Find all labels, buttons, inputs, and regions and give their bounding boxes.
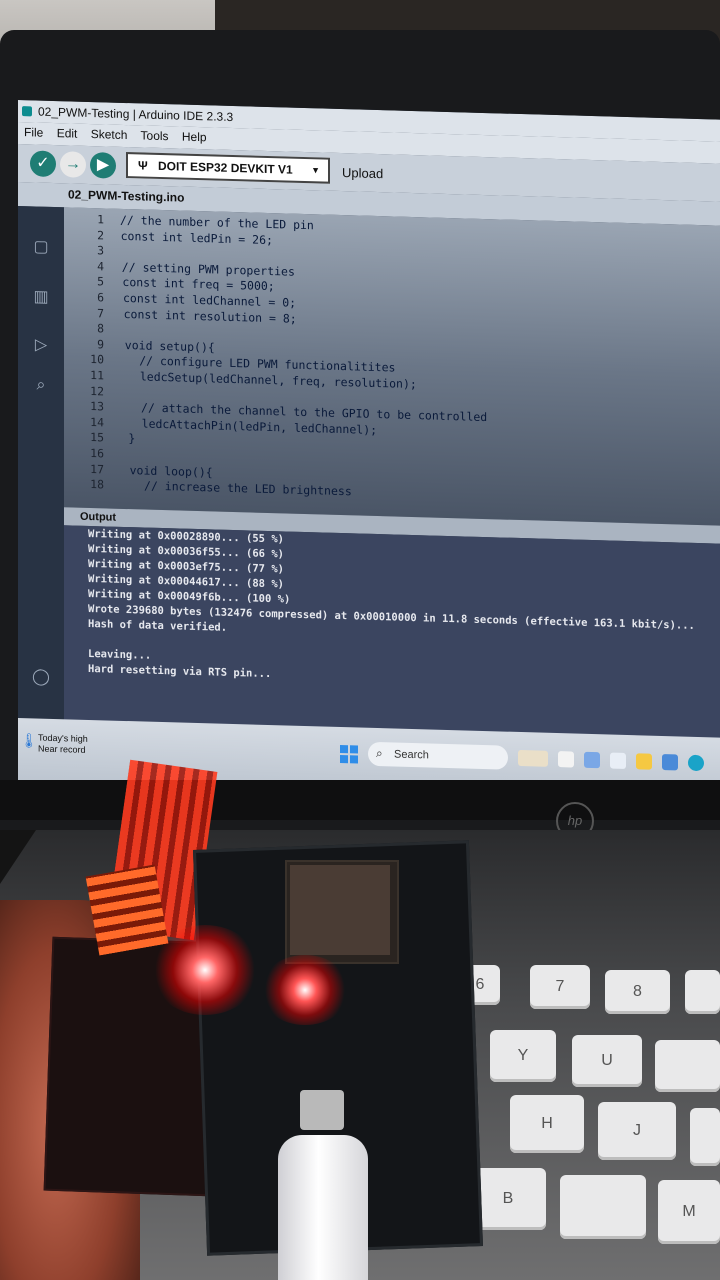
line-number: 18 xyxy=(90,477,104,492)
output-line: Hard resetting via RTS pin... xyxy=(88,662,272,681)
code-line: void loop(){ xyxy=(129,462,213,480)
line-number: 14 xyxy=(90,414,104,430)
key-8: 8 xyxy=(605,970,670,1014)
tab-file[interactable]: 02_PWM-Testing.ino xyxy=(68,187,184,204)
board-selector[interactable]: Ψ DOIT ESP32 DEVKIT V1 ▼ xyxy=(126,152,330,184)
key-u: U xyxy=(572,1035,642,1087)
usb-icon: Ψ xyxy=(138,158,148,173)
line-number: 6 xyxy=(97,290,104,305)
menu-help[interactable]: Help xyxy=(182,130,207,145)
search-placeholder: Search xyxy=(394,748,429,762)
line-number: 7 xyxy=(97,305,104,320)
weather-widget[interactable]: Today's high Near record xyxy=(38,733,88,756)
output-line: Leaving... xyxy=(88,647,152,662)
menu-sketch[interactable]: Sketch xyxy=(91,127,128,142)
onboard-led-glow xyxy=(260,955,350,1025)
key-k xyxy=(690,1108,720,1166)
line-number: 11 xyxy=(90,368,104,383)
debug-icon[interactable]: ▷ xyxy=(31,334,51,355)
weather-line2: Near record xyxy=(38,743,86,755)
code-line: const int resolution = 8; xyxy=(123,306,297,326)
search-icon: ⌕ xyxy=(376,745,383,761)
menu-file[interactable]: File xyxy=(24,125,43,140)
line-number: 15 xyxy=(90,430,104,445)
key-m: M xyxy=(658,1180,720,1244)
line-number: 9 xyxy=(97,337,104,352)
teams-icon[interactable] xyxy=(584,751,600,769)
laptop-screen: 02_PWM-Testing | Arduino IDE 2.3.3 File … xyxy=(18,100,720,810)
outlook-icon[interactable] xyxy=(662,753,678,771)
line-number: 16 xyxy=(90,446,104,461)
key-h: H xyxy=(510,1095,584,1153)
sidebar: ▢ ▥ ▷ ⌕ ◯ xyxy=(18,206,64,728)
esp32-shield-can xyxy=(290,865,390,955)
output-line: Hash of data verified. xyxy=(88,617,228,634)
heatsink-fins xyxy=(85,864,169,956)
usb-cable xyxy=(278,1135,368,1280)
code-line: const int ledPin = 26; xyxy=(120,228,273,247)
upload-label[interactable]: Upload xyxy=(342,165,383,181)
code-line: // increase the LED brightness xyxy=(130,478,352,499)
key-7: 7 xyxy=(530,965,590,1009)
board-name: DOIT ESP32 DEVKIT V1 xyxy=(158,158,293,177)
output-console: Writing at 0x00028890... (55 %) Writing a… xyxy=(64,525,720,740)
line-number: 17 xyxy=(90,461,104,476)
code-line: void setup(){ xyxy=(124,337,215,355)
key-n xyxy=(560,1175,646,1239)
widget-icon[interactable] xyxy=(518,749,548,767)
verify-button[interactable]: ✓ xyxy=(30,150,56,178)
taskbar-search[interactable]: Search xyxy=(368,741,508,770)
store-icon[interactable] xyxy=(610,752,626,769)
micro-usb-port xyxy=(300,1090,344,1130)
line-number: 10 xyxy=(90,352,104,367)
profile-icon[interactable]: ◯ xyxy=(31,666,51,687)
search-icon[interactable]: ⌕ xyxy=(31,376,51,397)
debug-button[interactable]: ▶ xyxy=(90,152,116,179)
line-number: 5 xyxy=(97,274,104,289)
line-number: 12 xyxy=(90,383,104,398)
chevron-down-icon: ▼ xyxy=(311,165,320,176)
edge-icon[interactable] xyxy=(688,754,704,772)
key-9 xyxy=(685,970,720,1014)
thermometer-icon: 🌡 xyxy=(20,732,38,749)
menu-edit[interactable]: Edit xyxy=(57,126,78,141)
window-title: 02_PWM-Testing | Arduino IDE 2.3.3 xyxy=(38,104,234,125)
key-i xyxy=(655,1040,720,1092)
taskview-icon[interactable] xyxy=(558,751,574,768)
folder-icon[interactable]: ▢ xyxy=(31,236,51,257)
windows-start-icon[interactable] xyxy=(340,744,358,764)
code-line: } xyxy=(128,431,136,446)
arduino-app-icon xyxy=(22,106,32,117)
file-explorer-icon[interactable] xyxy=(636,753,652,770)
code-editor[interactable]: 1// the number of the LED pin 2 const int … xyxy=(64,207,720,526)
line-number: 8 xyxy=(97,321,104,336)
key-j: J xyxy=(598,1102,676,1160)
line-number: 3 xyxy=(97,243,104,258)
key-y: Y xyxy=(490,1030,556,1082)
upload-arrow-button[interactable]: → xyxy=(60,151,86,178)
laptop-hinge xyxy=(0,780,720,820)
line-number: 13 xyxy=(90,399,104,414)
line-number: 1 xyxy=(97,212,104,227)
library-icon[interactable]: ▥ xyxy=(31,286,51,307)
menu-tools[interactable]: Tools xyxy=(141,128,169,143)
red-led-glow xyxy=(150,925,260,1015)
line-number: 4 xyxy=(97,259,104,274)
line-number: 2 xyxy=(97,227,104,242)
